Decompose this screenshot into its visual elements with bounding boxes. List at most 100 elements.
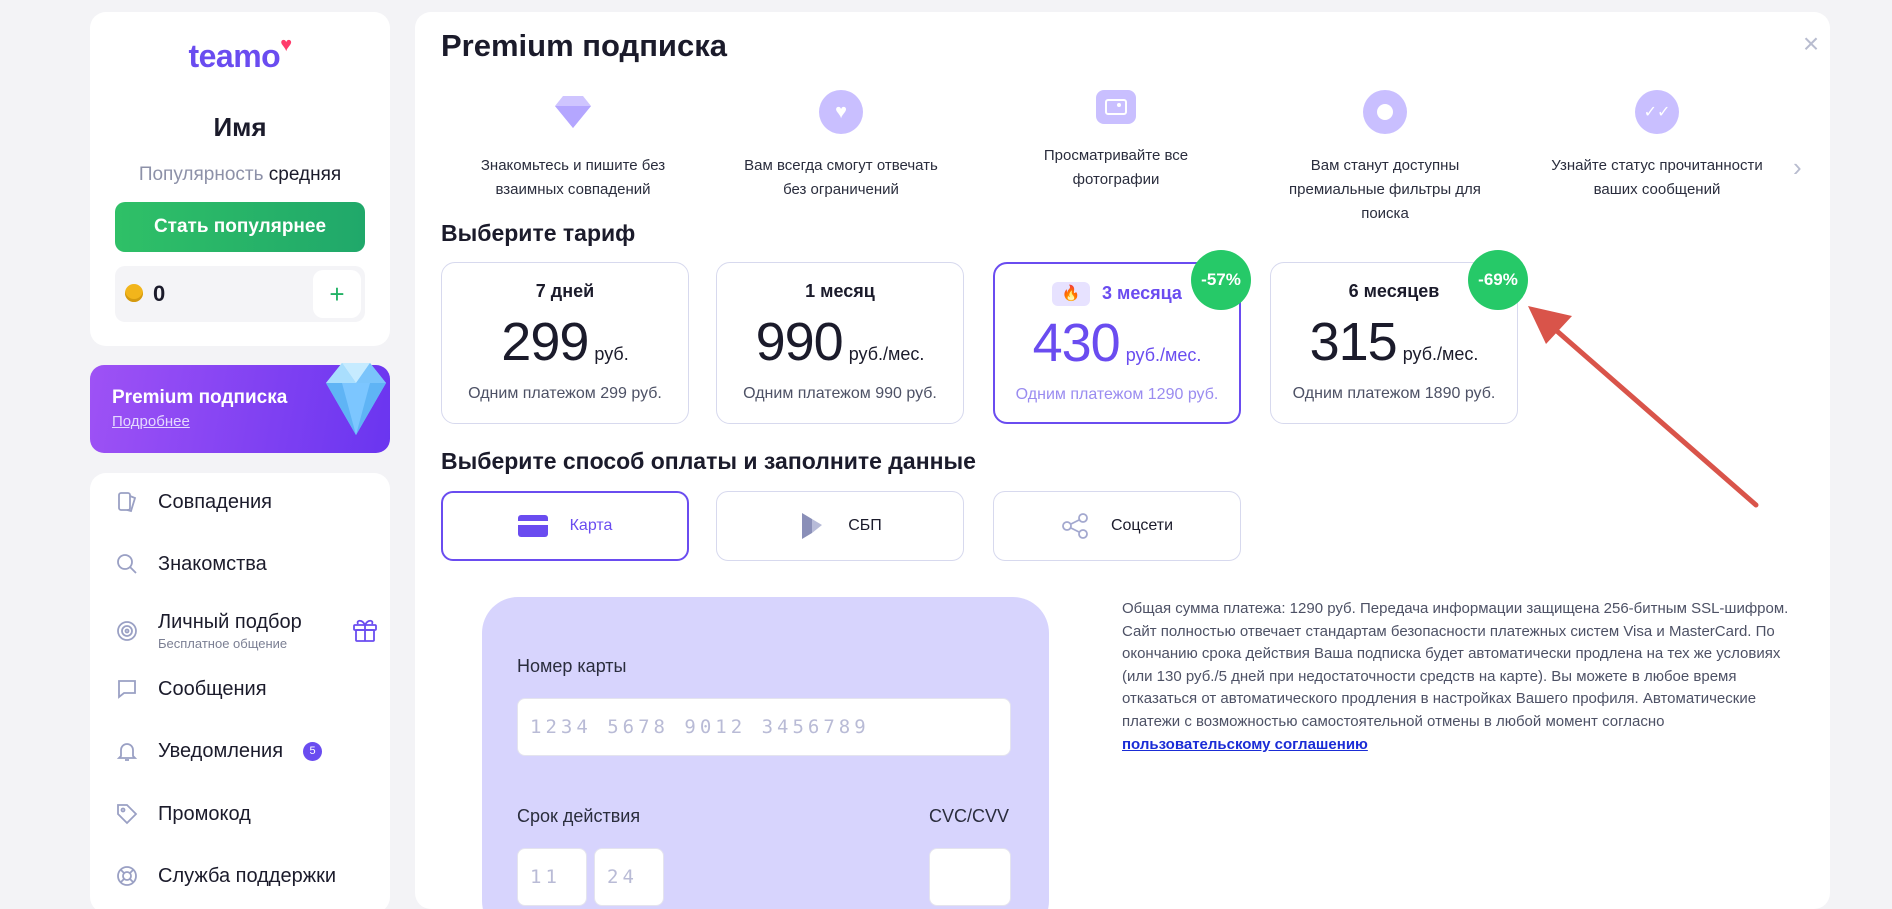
- sidebar-item-dating[interactable]: Знакомства: [114, 544, 384, 584]
- user-name: Имя: [213, 112, 267, 142]
- tariff-price: 299 руб.: [442, 311, 688, 373]
- page-title: Premium подписка: [441, 28, 727, 63]
- add-coins-button[interactable]: +: [313, 270, 361, 318]
- tariff-total: Одним платежом 1890 руб.: [1292, 385, 1496, 402]
- card-number-label: Номер карты: [517, 656, 627, 676]
- diamond-icon: [326, 363, 386, 435]
- card-icon: [517, 515, 548, 537]
- notifications-count-badge: 5: [303, 741, 323, 761]
- price-unit: руб./мес.: [1402, 344, 1479, 364]
- search-icon: [114, 551, 140, 577]
- feature-item: Знакомьтесь и пишите без взаимных совпад…: [463, 90, 683, 202]
- tariff-price: 430 руб./мес.: [995, 312, 1239, 374]
- feature-text: Вам всегда смогут отвечать без ограничен…: [744, 157, 938, 198]
- tariff-name: 7 дней: [535, 281, 595, 301]
- tag-icon: [114, 801, 140, 827]
- feature-text: Просматривайте все фотографии: [1043, 147, 1189, 188]
- payment-heading: Выберите способ оплаты и заполните данны…: [441, 448, 976, 474]
- user-agreement-link[interactable]: пользовательскому соглашению: [1122, 736, 1368, 753]
- premium-banner-title: Premium подписка: [112, 387, 288, 408]
- coins-box: 0 +: [115, 266, 365, 322]
- sidebar-item-label: Личный подбор: [158, 611, 302, 633]
- coins-value: 0: [153, 281, 166, 306]
- payment-method-sbp[interactable]: СБП: [716, 491, 964, 561]
- expiry-year-input[interactable]: 24: [594, 848, 664, 906]
- chat-icon: [114, 676, 140, 702]
- sidebar-nav: Совпадения Знакомства Личный подбор Бесп…: [90, 473, 390, 909]
- sidebar-item-personal-match[interactable]: Личный подбор Бесплатное общение: [114, 606, 384, 656]
- discount-badge: -69%: [1468, 250, 1528, 310]
- cvc-input[interactable]: [929, 848, 1011, 906]
- sbp-icon: [798, 511, 826, 541]
- tariff-card-7-days[interactable]: 7 дней 299 руб. Одним платежом 299 руб.: [441, 262, 689, 424]
- card-number-input[interactable]: 1234 5678 9012 3456789: [517, 698, 1011, 756]
- sidebar-item-label: Уведомления: [158, 739, 284, 762]
- fire-icon: 🔥: [1052, 282, 1091, 306]
- annotation-arrow: [1528, 306, 1759, 508]
- sidebar-item-label: Служба поддержки: [158, 864, 337, 887]
- heart-chat-icon: ♥: [819, 90, 863, 134]
- feature-item: ♥ Вам всегда смогут отвечать без огранич…: [731, 90, 951, 202]
- profile-card: teamo♥ Имя Популярность средняя Стать по…: [90, 12, 390, 346]
- sidebar-item-label: Совпадения: [158, 490, 272, 513]
- diamond-icon: [551, 90, 595, 134]
- payment-method-label: СБП: [848, 517, 882, 534]
- payment-method-label: Соцсети: [1110, 517, 1174, 534]
- tariff-name: 1 месяц: [805, 281, 875, 301]
- read-check-icon: ✓✓: [1635, 90, 1679, 134]
- payment-info-body: Общая сумма платежа: 1290 руб. Передача …: [1122, 600, 1789, 730]
- tariff-price: 315 руб./мес.: [1271, 311, 1517, 373]
- features-next-icon[interactable]: ›: [1793, 152, 1802, 183]
- lifebuoy-icon: [114, 863, 140, 889]
- price-value: 299: [501, 312, 589, 372]
- feature-text: Знакомьтесь и пишите без взаимных совпад…: [480, 157, 666, 198]
- tariff-name-text: 3 месяца: [1102, 282, 1182, 303]
- share-icon: [1061, 512, 1089, 540]
- sidebar-item-sublabel: Бесплатное общение: [158, 636, 288, 651]
- expiry-label: Срок действия: [517, 806, 641, 826]
- tariff-card-1-month[interactable]: 1 месяц 990 руб./мес. Одним платежом 990 …: [716, 262, 964, 424]
- sidebar-item-support[interactable]: Служба поддержки: [114, 856, 384, 896]
- feature-item: ✓✓ Узнайте статус прочитанности ваших со…: [1547, 90, 1767, 202]
- feature-text: Вам станут доступны премиальные фильтры …: [1289, 157, 1481, 222]
- card-form: Номер карты 1234 5678 9012 3456789 Срок …: [482, 597, 1049, 909]
- logo[interactable]: teamo♥: [90, 34, 390, 75]
- bell-icon: [114, 738, 140, 764]
- tariff-price: 990 руб./мес.: [717, 311, 963, 373]
- discount-badge: -57%: [1191, 250, 1251, 310]
- popularity-label: Популярность: [138, 164, 264, 185]
- boost-popularity-button[interactable]: Стать популярнее: [115, 202, 365, 252]
- premium-more-link[interactable]: Подробнее: [112, 413, 190, 430]
- popularity-value: средняя: [268, 164, 342, 185]
- tariff-total: Одним платежом 299 руб.: [468, 385, 662, 402]
- sidebar-item-matches[interactable]: Совпадения: [114, 482, 384, 522]
- expiry-month-input[interactable]: 11: [517, 848, 587, 906]
- price-value: 315: [1309, 312, 1398, 372]
- payment-method-card[interactable]: Карта: [441, 491, 689, 561]
- sidebar-item-label: Знакомства: [158, 552, 267, 575]
- feature-item: Просматривайте все фотографии: [1006, 90, 1226, 192]
- close-button[interactable]: ×: [1797, 30, 1825, 58]
- gift-icon: [350, 614, 380, 649]
- price-unit: руб.: [594, 344, 629, 364]
- sidebar-item-notifications[interactable]: Уведомления 5: [114, 731, 384, 771]
- cvc-label: CVC/CVV: [929, 806, 1010, 826]
- target-icon: [114, 618, 140, 644]
- payment-method-social[interactable]: Соцсети: [993, 491, 1241, 561]
- price-value: 430: [1032, 313, 1121, 373]
- sidebar-item-text: Личный подбор Бесплатное общение: [158, 611, 302, 651]
- feature-text: Узнайте статус прочитанности ваших сообщ…: [1551, 157, 1763, 198]
- price-unit: руб./мес.: [1125, 345, 1202, 365]
- price-unit: руб./мес.: [848, 344, 925, 364]
- premium-banner[interactable]: Premium подписка Подробнее: [90, 363, 390, 453]
- sidebar-item-promocode[interactable]: Промокод: [114, 794, 384, 834]
- sidebar-item-label: Сообщения: [158, 677, 267, 700]
- tariff-heading: Выберите тариф: [441, 220, 636, 246]
- sidebar-item-messages[interactable]: Сообщения: [114, 669, 384, 709]
- payment-info-text: Общая сумма платежа: 1290 руб. Передача …: [1122, 598, 1807, 756]
- tariff-total: Одним платежом 990 руб.: [743, 385, 937, 402]
- filter-icon: [1363, 90, 1407, 134]
- coin-icon: [125, 284, 143, 302]
- sidebar-item-label: Промокод: [158, 802, 251, 825]
- price-value: 990: [755, 312, 844, 372]
